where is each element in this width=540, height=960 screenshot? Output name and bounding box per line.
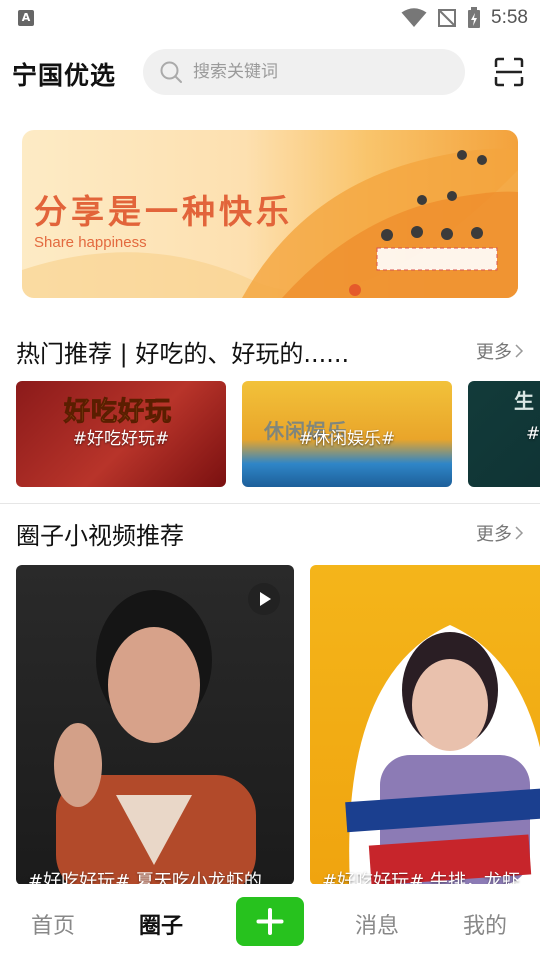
video-section-title: 圈子小视频推荐 <box>16 522 184 550</box>
more-label: 更多 <box>476 342 512 363</box>
more-label: 更多 <box>476 524 512 545</box>
section-divider <box>0 503 540 504</box>
chevron-right-icon <box>515 526 524 540</box>
video-carousel[interactable]: #好吃好玩# 夏天吃小龙虾的 #好吃好玩# 牛排，龙虾 <box>16 565 540 885</box>
scan-icon[interactable] <box>494 57 524 87</box>
topic-label: #休闲娱乐# <box>298 429 396 449</box>
nav-messages[interactable]: 消息 <box>355 908 399 940</box>
topic-label: #好吃好玩# <box>72 429 170 449</box>
video-caption: #好吃好玩# 牛排，龙虾 <box>322 871 520 885</box>
search-icon <box>160 61 182 83</box>
hot-topic-carousel[interactable]: 好吃好玩 #好吃好玩# 休闲娱乐 #休闲娱乐# 生 # <box>16 381 540 487</box>
banner-subtitle: Share happiness <box>34 234 147 251</box>
status-bar: A 5:58 <box>0 0 540 36</box>
nav-home[interactable]: 首页 <box>31 908 75 940</box>
banner-title: 分享是一种快乐 <box>34 192 293 231</box>
play-icon[interactable] <box>248 583 280 615</box>
status-icons: 5:58 <box>401 6 528 30</box>
chevron-right-icon <box>515 344 524 358</box>
bottom-nav: 首页 圈子 消息 我的 <box>0 884 540 960</box>
plus-icon <box>256 908 284 935</box>
promo-banner[interactable]: 分享是一种快乐 Share happiness <box>22 130 518 298</box>
topic-card[interactable]: 好吃好玩 #好吃好玩# <box>16 381 226 487</box>
hot-more-link[interactable]: 更多 <box>476 338 524 364</box>
video-section-header: 圈子小视频推荐 更多 <box>16 512 524 552</box>
hot-section-title: 热门推荐 | 好吃的、好玩的...... <box>16 340 350 368</box>
topic-label: # <box>526 424 540 444</box>
app-title: 宁国优选 <box>12 61 117 90</box>
search-bar[interactable] <box>143 49 465 95</box>
add-post-button[interactable] <box>236 897 304 946</box>
video-caption: #好吃好玩# 夏天吃小龙虾的 <box>28 871 262 885</box>
topic-deco-text: 生 <box>514 389 535 413</box>
topic-deco-text: 好吃好玩 <box>63 397 173 428</box>
no-signal-icon <box>438 9 457 27</box>
status-time: 5:58 <box>491 7 528 28</box>
topic-card[interactable]: 休闲娱乐 #休闲娱乐# <box>242 381 452 487</box>
battery-charging-icon <box>468 7 481 28</box>
nav-profile[interactable]: 我的 <box>463 908 507 940</box>
search-input[interactable] <box>193 62 433 82</box>
video-card[interactable]: #好吃好玩# 夏天吃小龙虾的 <box>16 565 294 885</box>
video-thumbnail <box>345 625 540 885</box>
hot-section-header: 热门推荐 | 好吃的、好玩的...... 更多 <box>16 330 524 370</box>
notification-a-icon: A <box>18 10 34 26</box>
top-header: 宁国优选 <box>0 36 540 108</box>
topic-card[interactable]: 生 # <box>468 381 540 487</box>
wifi-icon <box>401 8 427 27</box>
video-card[interactable]: #好吃好玩# 牛排，龙虾 <box>310 565 540 885</box>
video-more-link[interactable]: 更多 <box>476 520 524 546</box>
nav-circle[interactable]: 圈子 <box>139 908 183 940</box>
